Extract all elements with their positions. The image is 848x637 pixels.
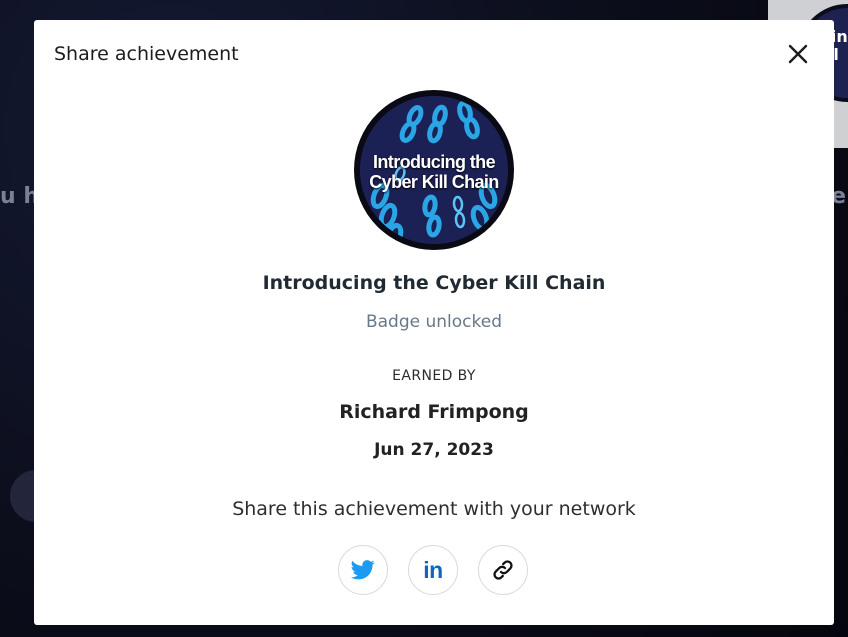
- badge-status: Badge unlocked: [365, 312, 503, 332]
- close-icon: [788, 44, 808, 64]
- achievement-badge: Introducing the Cyber Kill Chain: [354, 90, 514, 250]
- share-prompt: Share this achievement with your network: [232, 498, 636, 520]
- twitter-icon: [351, 560, 375, 580]
- share-linkedin-button[interactable]: in: [408, 545, 458, 595]
- achievement-name: Introducing the Cyber Kill Chain: [262, 272, 606, 294]
- linkedin-icon: in: [423, 556, 443, 583]
- badge-artwork-title: Introducing the Cyber Kill Chain: [369, 152, 499, 192]
- share-achievement-modal: Share achievement Introducing the Cyber …: [34, 20, 834, 625]
- earned-date: Jun 27, 2023: [374, 440, 494, 460]
- modal-title: Share achievement: [54, 43, 239, 65]
- share-buttons: in: [338, 545, 530, 595]
- copy-link-button[interactable]: [478, 545, 528, 595]
- close-button[interactable]: [786, 42, 810, 66]
- link-icon: [493, 560, 513, 580]
- share-twitter-button[interactable]: [338, 545, 388, 595]
- earner-name: Richard Frimpong: [339, 401, 529, 423]
- earned-by-label: EARNED BY: [392, 368, 476, 384]
- badge-artwork: Introducing the Cyber Kill Chain: [360, 96, 508, 244]
